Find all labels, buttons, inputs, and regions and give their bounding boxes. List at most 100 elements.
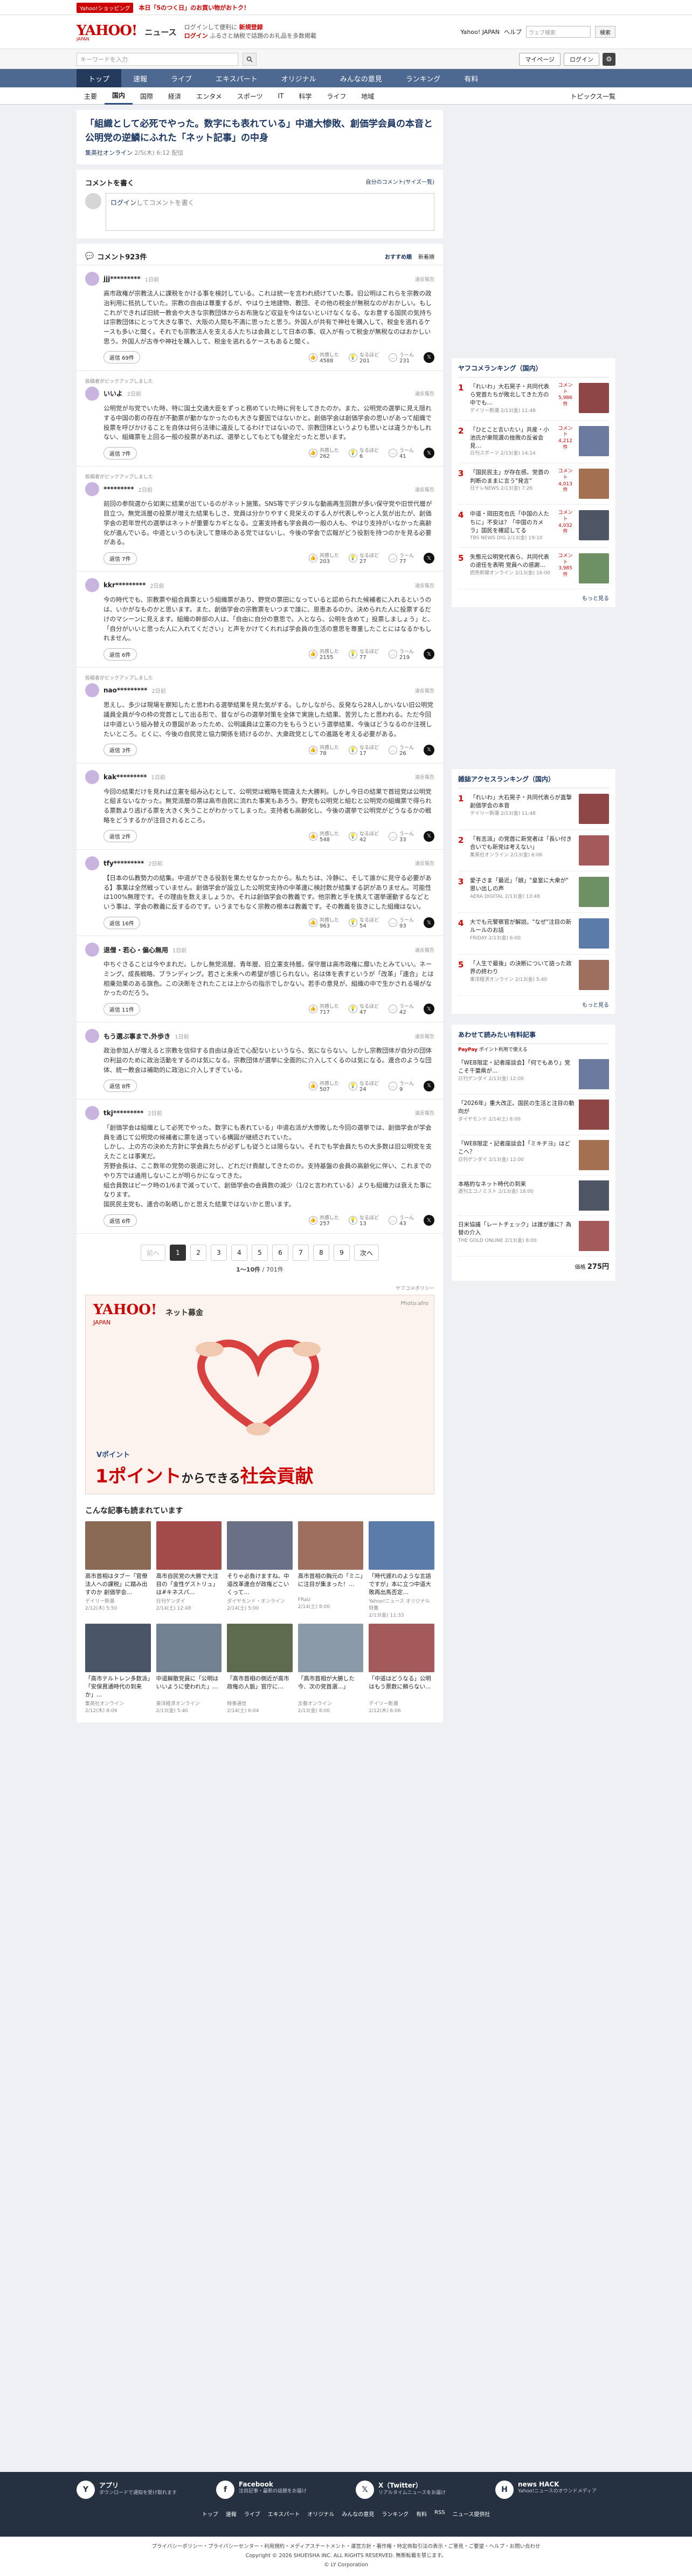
ranking-item[interactable]: 4 中道・岡田克也氏「中国の人たちに」不安は？「中国のカメラ」国民を確認してる TB… xyxy=(458,505,609,548)
related-article-card[interactable]: 「高市首相が大勝した今、次の党首選…」 文春オンライン 2/13(金) 8:00 xyxy=(297,1624,364,1714)
gear-icon[interactable]: ⚙ xyxy=(603,53,615,66)
avatar[interactable] xyxy=(85,683,99,698)
comment-author[interactable]: いいよ xyxy=(103,389,123,398)
hmm-button[interactable]: … うーん 231 xyxy=(388,351,414,364)
footer-link[interactable]: ライブ xyxy=(244,2510,260,2518)
reply-button[interactable]: 返信 6件 xyxy=(103,648,137,661)
category-tab-2[interactable]: 国際 xyxy=(133,87,161,105)
footer-link[interactable]: みんなの意見 xyxy=(342,2510,374,2518)
hmm-button[interactable]: … うーん 26 xyxy=(388,744,414,757)
page-2-button[interactable]: 2 xyxy=(190,1245,206,1261)
hmm-button[interactable]: … うーん 43 xyxy=(388,1214,414,1227)
report-link[interactable]: 違反報告 xyxy=(415,1109,434,1116)
report-link[interactable]: 違反報告 xyxy=(415,276,434,283)
yj-link[interactable]: Yahoo! JAPAN xyxy=(460,29,500,36)
report-link[interactable]: 違反報告 xyxy=(415,582,434,589)
gnav-item-6[interactable]: ランキング xyxy=(394,69,453,87)
comment-author[interactable]: kak********* xyxy=(103,773,147,781)
category-tab-9[interactable]: 地域 xyxy=(354,87,382,105)
report-link[interactable]: 違反報告 xyxy=(415,390,434,397)
category-tab-7[interactable]: 科学 xyxy=(291,87,319,105)
agree-button[interactable]: 👍 共感した 963 xyxy=(308,916,339,929)
sort-newest[interactable]: 新着順 xyxy=(418,252,434,260)
footer-link[interactable]: トップ xyxy=(202,2510,218,2518)
ranking-item[interactable]: 1 「れいわ」大石晃子・共同代表ら党首たちが敗北してきた方の中でも… デイリー新潮 … xyxy=(458,377,609,421)
related-article-card[interactable]: 高市首相の胸元の「ミニ」に注目が集まった！… FRaU 2/14(土) 8:00 xyxy=(297,1521,364,1618)
related-article-card[interactable]: そりゃ必負けますね。中道改革連合が政権どこいくって… ダイヤモンド・オンライン 2/… xyxy=(227,1521,293,1618)
agree-button[interactable]: 👍 共感した 78 xyxy=(308,744,339,757)
promo-text[interactable]: 本日「5のつく日」のお買い物がおトク！ xyxy=(139,3,250,12)
avatar[interactable] xyxy=(85,1105,99,1120)
prev-page-button[interactable]: 前へ xyxy=(140,1245,165,1261)
gnav-item-4[interactable]: オリジナル xyxy=(269,69,328,87)
avatar[interactable] xyxy=(85,272,99,286)
news-search-input[interactable]: キーワードを入力 xyxy=(77,53,238,66)
gnav-item-7[interactable]: 有料 xyxy=(452,69,490,87)
ranking-item[interactable]: 2 「ひとこと言いたい」共産・小池氏が衆院選の挫敗の反省会見… 日刊スポーツ 2/1… xyxy=(458,421,609,464)
yahoo-logo[interactable]: YAHOO! JAPAN xyxy=(77,23,137,42)
hmm-button[interactable]: … うーん 33 xyxy=(388,830,414,843)
page-1-button[interactable]: 1 xyxy=(170,1245,186,1261)
insight-button[interactable]: 💡 なるほど 201 xyxy=(348,351,379,364)
insight-button[interactable]: 💡 なるほど 77 xyxy=(348,648,379,661)
footer-link[interactable]: ランキング xyxy=(382,2510,409,2518)
footer-link[interactable]: ニュース提供社 xyxy=(453,2510,490,2518)
agree-button[interactable]: 👍 共感した 262 xyxy=(308,446,339,459)
avatar[interactable] xyxy=(85,482,99,497)
reply-button[interactable]: 返信 3件 xyxy=(103,744,137,756)
page-4-button[interactable]: 4 xyxy=(231,1245,247,1261)
comment-author[interactable]: ********* xyxy=(103,485,134,493)
footer-policy-links[interactable]: プライバシーポリシー・プライバシーセンター・利用規約・メディアステートメント・運… xyxy=(0,2542,692,2551)
paid-article-item[interactable]: 日米協議「レートチェック」は誰が誰に？為替の介入 THE GOLD ONLINE … xyxy=(458,1216,609,1257)
gnav-item-2[interactable]: ライブ xyxy=(159,69,204,87)
footer-link[interactable]: オリジナル xyxy=(307,2510,334,2518)
category-tab-3[interactable]: 経済 xyxy=(161,87,189,105)
ranking-more-link[interactable]: もっと見る xyxy=(458,589,609,602)
hmm-button[interactable]: … うーん 93 xyxy=(388,916,414,929)
gnav-item-3[interactable]: エキスパート xyxy=(204,69,269,87)
report-link[interactable]: 違反報告 xyxy=(415,773,434,780)
hmm-button[interactable]: … うーん 77 xyxy=(388,552,414,565)
category-tab-6[interactable]: IT xyxy=(270,87,291,105)
agree-button[interactable]: 👍 共感した 257 xyxy=(308,1214,339,1227)
page-8-button[interactable]: 8 xyxy=(313,1245,329,1261)
ranking-item[interactable]: 3 愛子さま「最近」「娘」"皇室に大衆が" 思い出しの声 AERA DIGITAL … xyxy=(458,871,609,913)
insight-button[interactable]: 💡 なるほど 27 xyxy=(348,552,379,565)
agree-button[interactable]: 👍 共感した 548 xyxy=(308,830,339,843)
x-share-icon[interactable]: 𝕏 xyxy=(424,352,434,363)
avatar[interactable] xyxy=(85,856,99,870)
hmm-button[interactable]: … うーん 219 xyxy=(388,648,414,661)
x-share-icon[interactable]: 𝕏 xyxy=(424,1215,434,1226)
reply-button[interactable]: 返信 16件 xyxy=(103,916,140,929)
x-share-icon[interactable]: 𝕏 xyxy=(424,1080,434,1091)
report-link[interactable]: 違反報告 xyxy=(415,946,434,953)
sort-recommended[interactable]: おすすめ順 xyxy=(385,252,412,260)
help-link[interactable]: ヘルプ xyxy=(504,28,522,36)
report-link[interactable]: 違反報告 xyxy=(415,687,434,694)
page-6-button[interactable]: 6 xyxy=(272,1245,288,1261)
login-link[interactable]: ログイン xyxy=(184,32,208,39)
agree-button[interactable]: 👍 共感した 2155 xyxy=(308,648,339,661)
gnav-item-5[interactable]: みんなの意見 xyxy=(328,69,394,87)
avatar[interactable] xyxy=(85,578,99,593)
category-tab-0[interactable]: 主要 xyxy=(77,87,105,105)
x-share-icon[interactable]: 𝕏 xyxy=(424,1004,434,1015)
comment-textarea[interactable]: ログインしてコメントを書く xyxy=(106,193,434,231)
report-link[interactable]: 違反報告 xyxy=(415,1033,434,1040)
related-article-card[interactable]: 「高市首相の側近が高市政権の人脈」官庁に… 時事通信 2/14(土) 6:04 xyxy=(227,1624,293,1714)
comment-author[interactable]: tkj********* xyxy=(103,1109,143,1117)
report-link[interactable]: 違反報告 xyxy=(415,860,434,867)
related-article-card[interactable]: 「中道はどうなる」公明はもう票数に頼らない… デイリー新潮 2/12(木) 6:06 xyxy=(369,1624,434,1714)
comment-author[interactable]: tfy********* xyxy=(103,860,144,867)
hmm-button[interactable]: … うーん 9 xyxy=(388,1080,414,1093)
hmm-button[interactable]: … うーん 42 xyxy=(388,1002,414,1015)
insight-button[interactable]: 💡 なるほど 24 xyxy=(348,1080,379,1093)
page-9-button[interactable]: 9 xyxy=(334,1245,350,1261)
agree-button[interactable]: 👍 共感した 203 xyxy=(308,552,339,565)
related-article-card[interactable]: 「時代遅れのような言語ですが」本に立つ中道大敗再出馬否定… Yahoo!ニュース … xyxy=(369,1521,434,1618)
signup-link[interactable]: 新規登録 xyxy=(239,24,263,31)
insight-button[interactable]: 💡 なるほど 13 xyxy=(348,1214,379,1227)
reply-button[interactable]: 返信 7件 xyxy=(103,552,137,565)
reply-button[interactable]: 返信 8件 xyxy=(103,1080,137,1093)
reply-button[interactable]: 返信 69件 xyxy=(103,351,140,364)
